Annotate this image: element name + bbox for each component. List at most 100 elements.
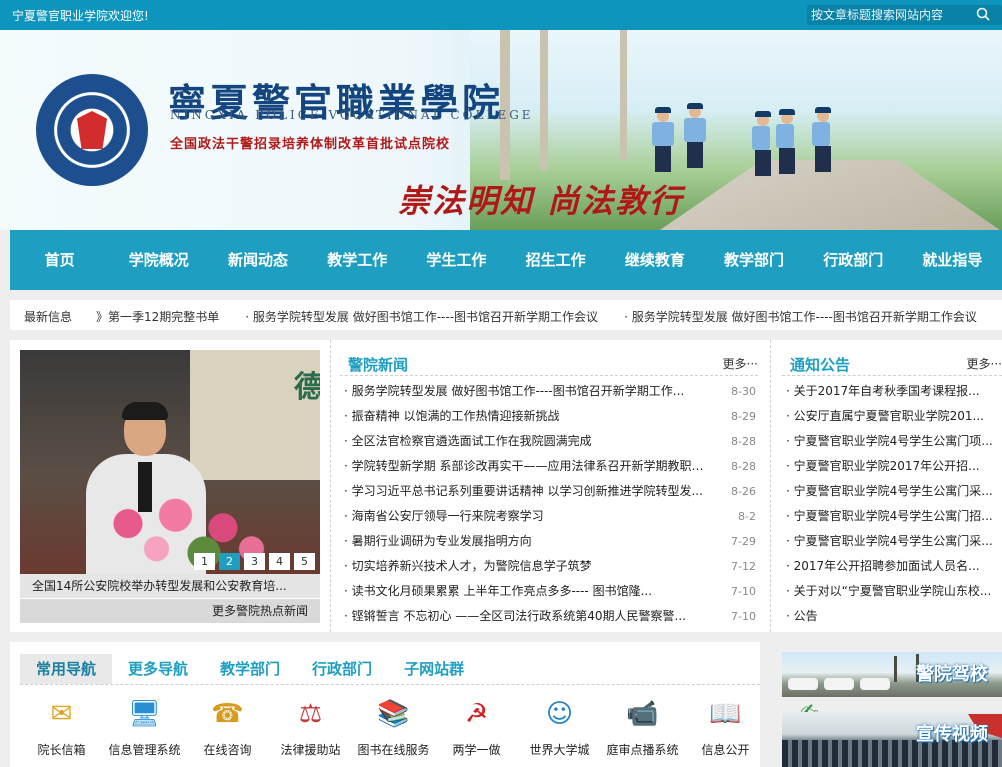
news-item-title[interactable]: · 全区法官检察官遴选面试工作在我院圆满完成 (344, 429, 714, 454)
news-item[interactable]: · 全区法官检察官遴选面试工作在我院圆满完成 8-28 (344, 429, 756, 454)
news-item[interactable]: · 读书文化月硕果累累 上半年工作亮点多多---- 图书馆隆... 7-10 (344, 579, 756, 604)
news-item-title[interactable]: · 服务学院转型发展 做好图书馆工作----图书馆召开新学期工作... (344, 379, 714, 404)
notebook-icon[interactable]: 📖 (706, 694, 746, 734)
quick-link[interactable]: ⚖ 法律援助站 (269, 694, 352, 758)
nav-item[interactable]: 招生工作 (506, 230, 605, 290)
hammer-sickle-icon[interactable]: ☭ (457, 694, 497, 734)
notice-item-title[interactable]: · 宁夏警官职业学院4号学生公寓门项... (786, 429, 998, 454)
video-camera-icon[interactable]: 📹 (623, 694, 663, 734)
nav-item[interactable]: 教学部门 (704, 230, 803, 290)
nav-item[interactable]: 首页 (10, 230, 109, 290)
quick-nav-tab[interactable]: 更多导航 (112, 654, 204, 684)
quick-link-label[interactable]: 信息管理系统 (103, 741, 186, 758)
books-icon[interactable]: 📚 (374, 694, 414, 734)
quick-nav-tab[interactable]: 子网站群 (388, 654, 480, 684)
news-item-title[interactable]: · 切实培养新兴技术人才，为警院信息学子筑梦 (344, 554, 714, 579)
quick-nav-tab[interactable]: 行政部门 (296, 654, 388, 684)
quick-link[interactable]: ☺ 世界大学城 (518, 694, 601, 758)
news-item-title[interactable]: · 读书文化月硕果累累 上半年工作亮点多多---- 图书馆隆... (344, 579, 714, 604)
nav-item[interactable]: 继续教育 (605, 230, 704, 290)
quick-link-label[interactable]: 世界大学城 (518, 741, 601, 758)
quick-link-label[interactable]: 图书在线服务 (352, 741, 435, 758)
promo-video-banner[interactable]: 宣传视频 (782, 712, 1002, 767)
driving-school-banner[interactable]: 警院驾校 (782, 652, 1002, 697)
quick-link-label[interactable]: 信息公开 (684, 741, 767, 758)
nav-item[interactable]: 行政部门 (804, 230, 903, 290)
ticker-item[interactable]: · 服务学院转型发展 做好图书馆工作----图书馆召开新学期工作会议 (624, 310, 977, 324)
news-more-link[interactable]: 更多··· (723, 355, 758, 372)
slide-caption[interactable]: 全国14所公安院校举办转型发展和公安教育培... (20, 574, 320, 598)
quick-link[interactable]: ☭ 两学一做 (435, 694, 518, 758)
notice-item[interactable]: · 关于对以“宁夏警官职业学院山东校... (786, 579, 998, 604)
ticker-item[interactable]: · 服务学院转型发展 做好图书馆工作----图书馆召开新学期工作会议 (245, 310, 598, 324)
more-hot-news-link[interactable]: 更多警院热点新闻 (20, 599, 320, 623)
slide-page-button[interactable]: 5 (294, 553, 315, 570)
notice-item[interactable]: · 宁夏警官职业学院4号学生公寓门招... (786, 504, 998, 529)
news-item[interactable]: · 振奋精神 以饱满的工作热情迎接新挑战 8-29 (344, 404, 756, 429)
news-item-title[interactable]: · 海南省公安厅领导一行来院考察学习 (344, 504, 714, 529)
search-button[interactable] (968, 7, 998, 23)
quick-link[interactable]: 📚 图书在线服务 (352, 694, 435, 758)
notice-item-title[interactable]: · 宁夏警官职业学院4号学生公寓门采... (786, 479, 998, 504)
quick-link[interactable]: 📹 庭审点播系统 (601, 694, 684, 758)
news-item[interactable]: · 服务学院转型发展 做好图书馆工作----图书馆召开新学期工作... 8-30 (344, 379, 756, 404)
nav-item[interactable]: 新闻动态 (208, 230, 307, 290)
news-item[interactable]: · 海南省公安厅领导一行来院考察学习 8-2 (344, 504, 756, 529)
notice-item-title[interactable]: · 宁夏警官职业学院4号学生公寓门招... (786, 504, 998, 529)
news-item[interactable]: · 暑期行业调研为专业发展指明方向 7-29 (344, 529, 756, 554)
notice-item-title[interactable]: · 关于2017年自考秋季国考课程报... (786, 379, 998, 404)
quick-nav-tab[interactable]: 教学部门 (204, 654, 296, 684)
college-logo[interactable] (36, 74, 148, 186)
legal-shield-icon[interactable]: ⚖ (291, 694, 331, 734)
notice-item-title[interactable]: · 公安厅直属宁夏警官职业学院201... (786, 404, 998, 429)
news-item-title[interactable]: · 振奋精神 以饱满的工作热情迎接新挑战 (344, 404, 714, 429)
globe-person-icon[interactable]: ☺ (540, 694, 580, 734)
quick-link-label[interactable]: 法律援助站 (269, 741, 352, 758)
news-item[interactable]: · 铿锵誓言 不忘初心 ——全区司法行政系统第40期人民警察警... 7-10 (344, 604, 756, 629)
news-item-title[interactable]: · 学院转型新学期 系部诊改再实干——应用法律系召开新学期教职工... (344, 454, 714, 479)
quick-link[interactable]: ☎ 在线咨询 (186, 694, 269, 758)
news-slideshow[interactable]: 德 12345 (20, 350, 320, 574)
quick-link[interactable]: 📖 信息公开 (684, 694, 767, 758)
nav-item[interactable]: 就业指导 (903, 230, 1002, 290)
news-item[interactable]: · 切实培养新兴技术人才，为警院信息学子筑梦 7-12 (344, 554, 756, 579)
notice-more-link[interactable]: 更多··· (967, 355, 1002, 372)
ticker-item[interactable]: 》第一季12期完整书单 (96, 310, 219, 324)
notice-item-title[interactable]: · 2017年公开招聘参加面试人员名... (786, 554, 998, 579)
slide-page-button[interactable]: 3 (244, 553, 265, 570)
quick-nav-tab[interactable]: 常用导航 (20, 654, 113, 684)
notice-item-title[interactable]: · 宁夏警官职业学院4号学生公寓门采... (786, 529, 998, 554)
quick-link-label[interactable]: 院长信箱 (20, 741, 103, 758)
notice-item[interactable]: · 关于2017年自考秋季国考课程报... (786, 379, 998, 404)
quick-link-label[interactable]: 在线咨询 (186, 741, 269, 758)
news-item-title[interactable]: · 铿锵誓言 不忘初心 ——全区司法行政系统第40期人民警察警... (344, 604, 714, 629)
monitor-icon[interactable]: 🖥 (125, 694, 165, 734)
notice-item-title[interactable]: · 宁夏警官职业学院2017年公开招... (786, 454, 998, 479)
quick-link-label[interactable]: 两学一做 (435, 741, 518, 758)
news-item[interactable]: · 学习习近平总书记系列重要讲话精神 以学习创新推进学院转型发... 8-26 (344, 479, 756, 504)
nav-item[interactable]: 学生工作 (407, 230, 506, 290)
nav-item[interactable]: 教学工作 (308, 230, 407, 290)
headset-icon[interactable]: ☎ (208, 694, 248, 734)
pencil-envelope-icon[interactable]: ✉ (42, 694, 82, 734)
notice-item[interactable]: · 公安厅直属宁夏警官职业学院201... (786, 404, 998, 429)
quick-link[interactable]: 🖥 信息管理系统 (103, 694, 186, 758)
notice-item-title[interactable]: · 关于对以“宁夏警官职业学院山东校... (786, 579, 998, 604)
notice-item[interactable]: · 2017年公开招聘参加面试人员名... (786, 554, 998, 579)
slide-page-button[interactable]: 1 (194, 553, 215, 570)
nav-item[interactable]: 学院概况 (109, 230, 208, 290)
notice-item[interactable]: · 宁夏警官职业学院4号学生公寓门采... (786, 529, 998, 554)
notice-item[interactable]: · 公告 (786, 604, 998, 629)
news-item[interactable]: · 学院转型新学期 系部诊改再实干——应用法律系召开新学期教职工... 8-28 (344, 454, 756, 479)
notice-item[interactable]: · 宁夏警官职业学院4号学生公寓门项... (786, 429, 998, 454)
news-item-title[interactable]: · 学习习近平总书记系列重要讲话精神 以学习创新推进学院转型发... (344, 479, 714, 504)
slide-page-button[interactable]: 4 (269, 553, 290, 570)
quick-link[interactable]: ✉ 院长信箱 (20, 694, 103, 758)
notice-item[interactable]: · 宁夏警官职业学院2017年公开招... (786, 454, 998, 479)
notice-item-title[interactable]: · 公告 (786, 604, 998, 629)
notice-item[interactable]: · 宁夏警官职业学院4号学生公寓门采... (786, 479, 998, 504)
news-item-title[interactable]: · 暑期行业调研为专业发展指明方向 (344, 529, 714, 554)
quick-link-label[interactable]: 庭审点播系统 (601, 741, 684, 758)
search-input[interactable] (811, 6, 961, 24)
slide-page-button[interactable]: 2 (219, 553, 240, 570)
